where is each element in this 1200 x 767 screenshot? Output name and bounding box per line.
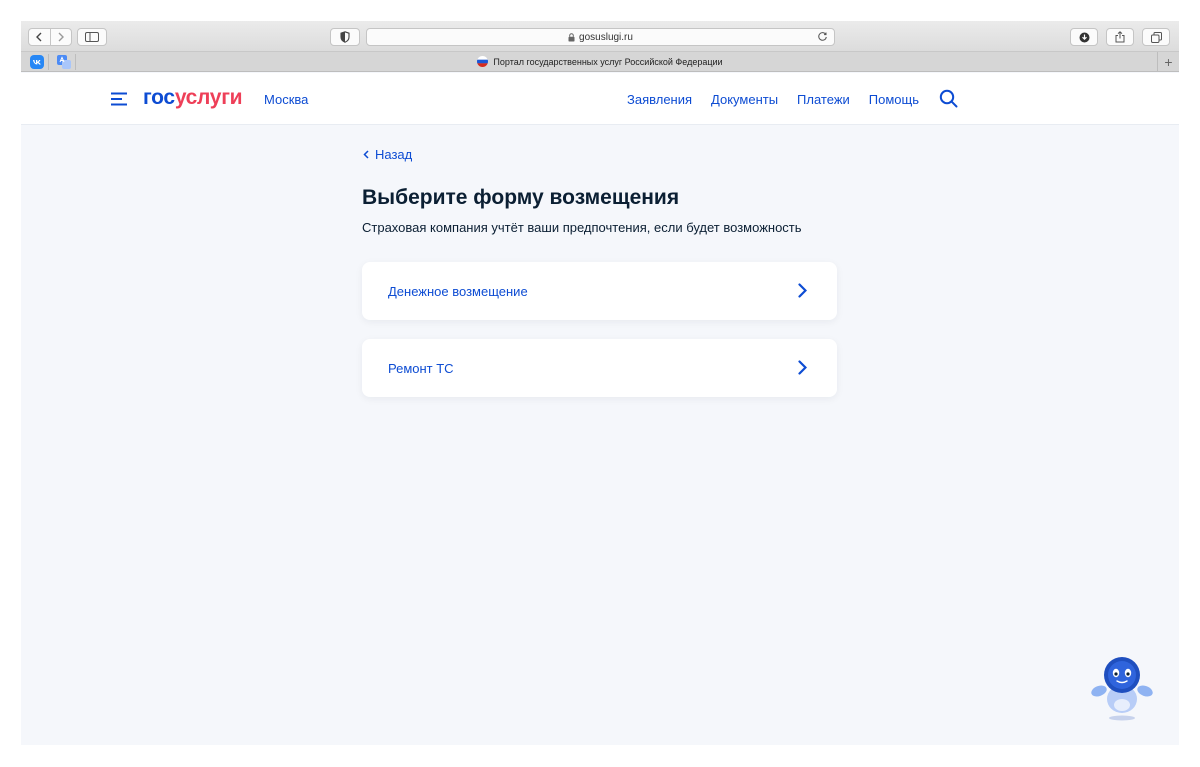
browser-back-button[interactable] [29, 29, 50, 45]
shield-icon [340, 31, 350, 43]
gosuslugi-logo[interactable]: госуслуги [143, 86, 243, 110]
logo-part-uslugi: услуги [174, 86, 243, 109]
address-text: gosuslugi.ru [579, 31, 633, 43]
search-icon[interactable] [939, 89, 958, 108]
tabs-icon [1150, 31, 1162, 43]
option-monetary-compensation[interactable]: Денежное возмещение [362, 262, 837, 320]
lock-icon [568, 32, 575, 41]
tab-title-text: Портал государственных услуг Российской … [493, 56, 723, 67]
main-nav: Заявления Документы Платежи Помощь [627, 92, 919, 107]
page-subtitle: Страховая компания учтёт ваши предпочтен… [362, 220, 802, 235]
city-selector[interactable]: Москва [264, 92, 308, 107]
browser-window: gosuslugi.ru Портал государственных услу… [21, 21, 1179, 745]
share-button[interactable] [1106, 28, 1134, 46]
chevron-right-icon [58, 32, 64, 42]
hamburger-menu-icon[interactable] [110, 92, 128, 106]
robot-assistant-icon[interactable] [1087, 653, 1157, 723]
chevron-right-icon [798, 283, 807, 298]
tab-overview-button[interactable] [1142, 28, 1170, 46]
browser-toolbar: gosuslugi.ru [21, 21, 1179, 52]
nav-item-applications[interactable]: Заявления [627, 92, 692, 107]
back-label: Назад [375, 147, 413, 162]
page-title: Выберите форму возмещения [362, 186, 680, 209]
address-bar[interactable]: gosuslugi.ru [366, 28, 835, 46]
chevron-right-icon [798, 360, 807, 375]
downloads-button[interactable] [1070, 28, 1098, 46]
chevron-left-icon [363, 150, 369, 159]
sidebar-toggle-button[interactable] [77, 28, 107, 46]
nav-item-payments[interactable]: Платежи [797, 92, 850, 107]
option-vehicle-repair[interactable]: Ремонт ТС [362, 339, 837, 397]
download-icon [1079, 32, 1089, 42]
tab-bar: Портал государственных услуг Российской … [21, 52, 1179, 72]
reload-icon[interactable] [817, 31, 828, 42]
site-header: госуслуги Москва Заявления Документы Пла… [21, 73, 1179, 125]
nav-item-help[interactable]: Помощь [869, 92, 919, 107]
plus-icon: + [1164, 54, 1173, 70]
active-tab[interactable]: Портал государственных услуг Российской … [21, 56, 1179, 67]
option-label: Ремонт ТС [388, 360, 454, 376]
logo-part-gos: гос [143, 86, 175, 109]
share-icon [1115, 31, 1125, 43]
option-label: Денежное возмещение [388, 283, 528, 299]
new-tab-button[interactable]: + [1157, 52, 1179, 72]
sidebar-icon [85, 32, 99, 42]
privacy-report-button[interactable] [330, 28, 360, 46]
browser-forward-button[interactable] [49, 29, 71, 45]
russia-flag-icon [477, 56, 489, 67]
back-forward-group [28, 28, 72, 46]
nav-item-documents[interactable]: Документы [711, 92, 778, 107]
chevron-left-icon [36, 32, 42, 42]
back-link[interactable]: Назад [363, 147, 412, 162]
